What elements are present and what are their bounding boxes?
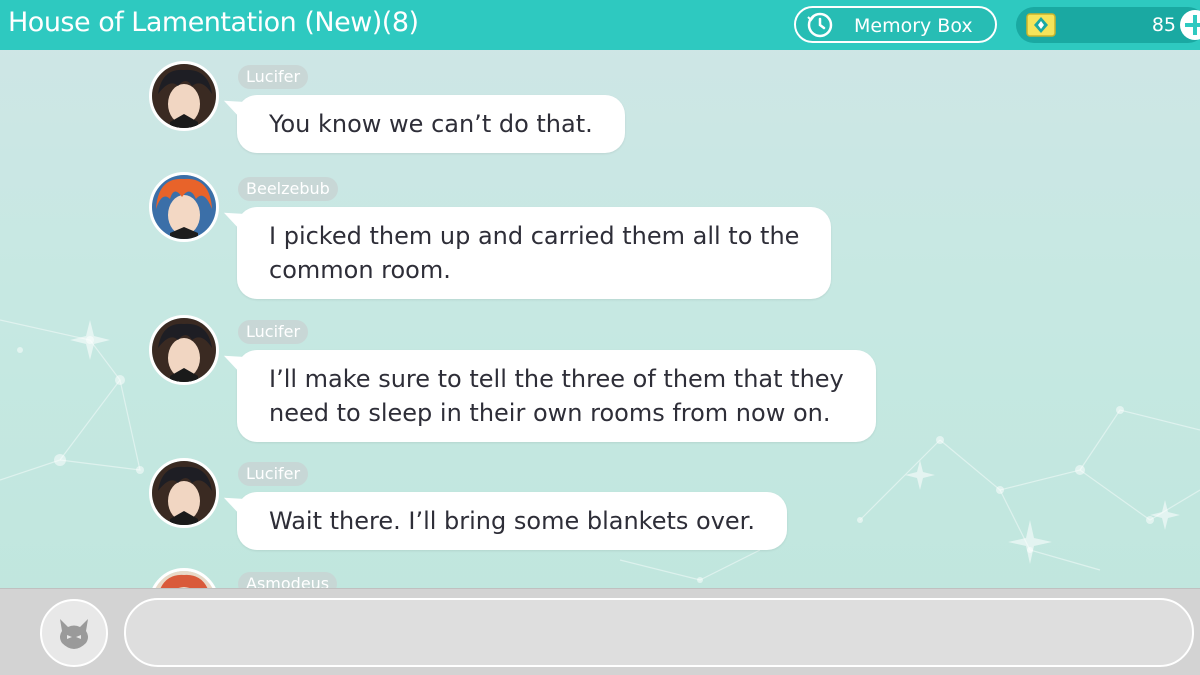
lucifer-avatar[interactable] (149, 315, 219, 385)
top-bar: House of Lamentation (New)(8) Memory Box… (0, 0, 1200, 50)
lucifer-avatar[interactable] (149, 61, 219, 131)
chat-title: House of Lamentation (New)(8) (8, 7, 419, 38)
message-text-line: Wait there. I’ll bring some blankets ove… (269, 507, 755, 535)
message-input-bar (0, 588, 1200, 675)
memory-box-label: Memory Box (854, 15, 973, 37)
message-bubble[interactable]: I’ll make sure to tell the three of them… (237, 350, 876, 442)
stamp-button[interactable] (40, 599, 108, 667)
message-bubble[interactable]: Wait there. I’ll bring some blankets ove… (237, 492, 787, 550)
currency-counter: 85 (1016, 7, 1200, 43)
message-bubble[interactable]: I picked them up and carried them all to… (237, 207, 832, 299)
message-text-line: need to sleep in their own rooms from no… (269, 399, 831, 427)
sender-name: Beelzebub (238, 177, 338, 201)
message-input[interactable] (124, 598, 1194, 667)
asmodeus-avatar[interactable] (149, 568, 219, 588)
message-text-line: common room. (269, 256, 451, 284)
sender-name: Asmodeus (238, 572, 338, 588)
sender-name: Lucifer (238, 320, 309, 344)
message-bubble[interactable]: You know we can’t do that. (237, 95, 625, 153)
sender-name: Lucifer (238, 65, 309, 89)
memory-box-button[interactable]: Memory Box (794, 6, 997, 43)
currency-value: 85 (1151, 14, 1176, 36)
sender-name: Lucifer (238, 462, 309, 486)
history-clock-icon (807, 12, 833, 38)
chat-log[interactable]: Lucifer You know we can’t do that. Beelz… (0, 50, 1200, 588)
message-text-line: I’ll make sure to tell the three of them… (269, 365, 844, 393)
message-text-line: You know we can’t do that. (269, 110, 593, 138)
lucifer-avatar[interactable] (149, 458, 219, 528)
gem-icon (1026, 13, 1056, 37)
beelzebub-avatar[interactable] (149, 172, 219, 242)
devil-stamp-icon (60, 619, 88, 649)
message-text-line: I picked them up and carried them all to… (269, 222, 800, 250)
